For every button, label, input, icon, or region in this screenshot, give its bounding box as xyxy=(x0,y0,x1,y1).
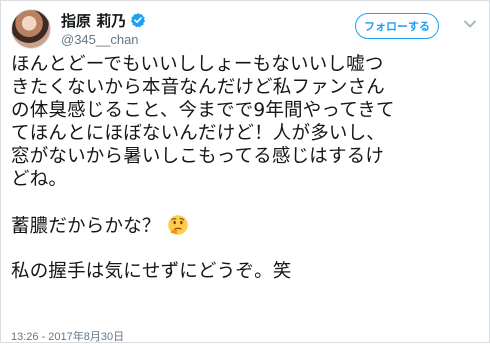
tweet-card: 指原 莉乃 @345__chan フォローする ほんとどーでもいいししょーもない… xyxy=(0,0,490,343)
verified-badge-icon xyxy=(131,13,146,28)
follow-button[interactable]: フォローする xyxy=(355,13,439,39)
tweet-line-with-emoji: 蓄膿だからかな？ xyxy=(11,214,483,237)
tweet-timestamp[interactable]: 13:26 - 2017年8月30日 xyxy=(11,328,124,344)
tweet-line: 蓄膿だからかな？ xyxy=(11,216,161,237)
user-handle[interactable]: @345__chan xyxy=(61,32,146,47)
tweet-line: の体臭感じること、今までで9年間やってきて xyxy=(11,100,395,121)
thinking-face-icon xyxy=(167,215,188,235)
tweet-text: ほんとどーでもいいししょーもないいし嘘つ きたくないから本音なんだけど私ファンさ… xyxy=(11,53,483,283)
tweet-header: 指原 莉乃 @345__chan xyxy=(61,10,146,47)
tweet-line: ほんとどーでもいいししょーもないいし嘘つ xyxy=(11,54,384,75)
tweet-line: てほんとにほぼないんだけど！人が多いし、 xyxy=(11,123,386,144)
tweet-line: どね。 xyxy=(11,169,68,190)
name-row: 指原 莉乃 xyxy=(61,10,146,30)
tweet-line: 私の握手は気にせずにどうぞ。笑 xyxy=(11,261,292,282)
display-name[interactable]: 指原 莉乃 xyxy=(61,10,126,31)
tweet-line: 窓がないから暑いしこもってる感じはするけ xyxy=(11,146,385,167)
tweet-line: きたくないから本音なんだけど私ファンさん xyxy=(11,77,386,98)
avatar[interactable] xyxy=(11,9,51,49)
chevron-down-icon[interactable] xyxy=(463,19,477,29)
